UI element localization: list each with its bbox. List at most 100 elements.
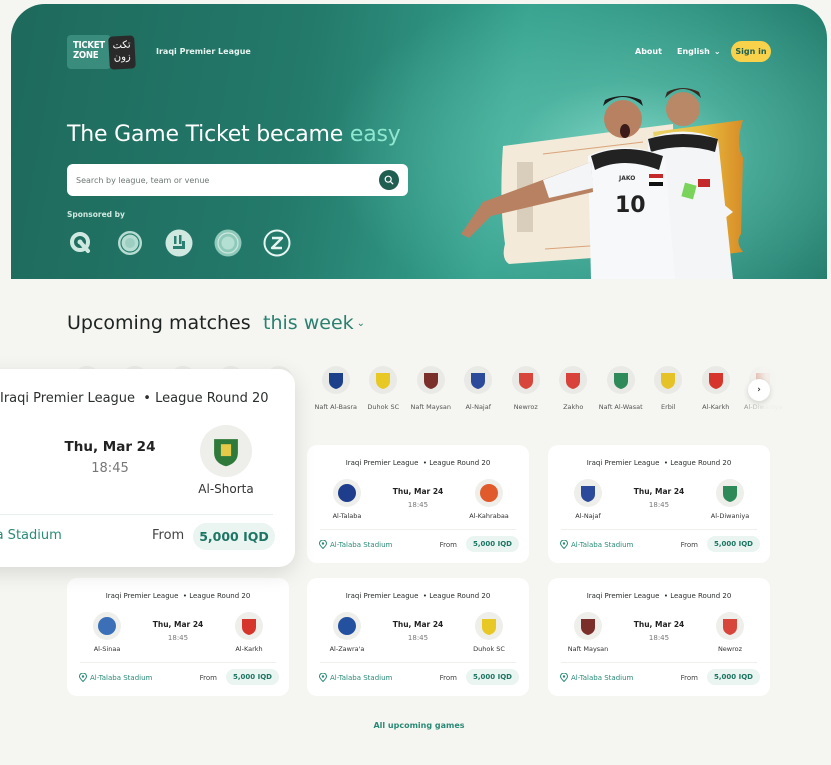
card-divider: [320, 529, 516, 530]
match-meta: Iraqi Premier League • League Round 20: [105, 592, 251, 600]
away-team-name: Al-Kahrabaa: [469, 512, 509, 520]
home-team-name: Al-Talaba: [332, 512, 362, 520]
home-team-name: Al-Jawiya: [0, 482, 32, 496]
svg-text:JAKO: JAKO: [618, 175, 635, 182]
venue-link[interactable]: Al-Talaba Stadium: [560, 540, 633, 549]
location-pin-icon: [560, 540, 568, 549]
price-from-label: From: [199, 674, 217, 682]
match-meta: Iraqi Premier League • League Round 20: [586, 592, 732, 600]
team-chip-label: Naft Al-Basra: [314, 403, 358, 411]
sign-in-button[interactable]: Sign in: [731, 41, 771, 62]
match-meta: Iraqi Premier League • League Round 20: [586, 459, 732, 467]
team-chip[interactable]: Erbil: [645, 366, 693, 412]
away-team-name: Al-Karkh: [235, 645, 263, 653]
home-team-name: Al-Sinaa: [93, 645, 121, 653]
price-badge[interactable]: 5,000 IQD: [707, 669, 760, 685]
away-team-crest-icon: [716, 479, 744, 507]
team-chip-label: Duhok SC: [367, 403, 400, 411]
home-team-name: Al-Zawra'a: [329, 645, 365, 653]
search-input[interactable]: [76, 172, 366, 188]
period-filter-dropdown[interactable]: this week ⌄: [263, 312, 365, 334]
location-pin-icon: [319, 540, 327, 549]
venue-link[interactable]: Al-Talaba Stadium: [79, 673, 152, 682]
sponsor-seal-logo[interactable]: [116, 229, 144, 257]
team-chip[interactable]: Naft Al-Wasat: [597, 366, 645, 412]
team-crest-icon: [321, 366, 350, 394]
language-selector[interactable]: English ⌄: [677, 47, 721, 56]
sponsor-list: [67, 229, 291, 257]
match-date: Thu, Mar 24: [64, 439, 156, 455]
venue-link[interactable]: Al-Talaba Stadium: [319, 673, 392, 682]
nav-about-link[interactable]: About: [635, 47, 662, 56]
match-card[interactable]: Iraqi Premier League • League Round 20 A…: [307, 445, 529, 563]
venue-link[interactable]: Al-Talaba Stadium: [0, 528, 62, 543]
team-crest-icon: [511, 366, 540, 394]
location-pin-icon: [319, 673, 327, 682]
match-meta: Iraqi Premier League • League Round 20: [345, 459, 491, 467]
price-from-label: From: [439, 541, 457, 549]
chevron-down-icon: ⌄: [356, 318, 366, 329]
team-chip-label: Erbil: [660, 403, 676, 411]
team-chip[interactable]: Naft Al-Basra: [312, 366, 360, 412]
price-badge[interactable]: 5,000 IQD: [707, 536, 760, 552]
card-divider: [0, 514, 273, 515]
team-crest-icon: [369, 366, 398, 394]
team-crest-icon: [416, 366, 445, 394]
price-badge[interactable]: 5,000 IQD: [226, 669, 279, 685]
match-meta: Iraqi Premier League • League Round 20: [345, 592, 491, 600]
away-team-crest-icon: [235, 612, 263, 640]
team-chip[interactable]: Zakho: [550, 366, 598, 412]
card-divider: [80, 662, 276, 663]
team-crest-icon: [701, 366, 730, 394]
away-team-name: Duhok SC: [473, 645, 505, 653]
sponsor-q-logo[interactable]: [67, 229, 95, 257]
team-chip[interactable]: Naft Maysan: [407, 366, 455, 412]
away-team-name: Newroz: [717, 645, 743, 653]
upcoming-matches-title: Upcoming matches: [67, 312, 251, 334]
nav-league-link[interactable]: Iraqi Premier League: [156, 47, 251, 56]
sponsor-emblem-logo[interactable]: [214, 229, 242, 257]
price-from-label: From: [439, 674, 457, 682]
card-divider: [320, 662, 516, 663]
team-crest-icon: [606, 366, 635, 394]
venue-link[interactable]: Al-Talaba Stadium: [560, 673, 633, 682]
venue-link[interactable]: Al-Talaba Stadium: [319, 540, 392, 549]
price-from-label: From: [680, 674, 698, 682]
match-card[interactable]: Iraqi Premier League • League Round 20 A…: [548, 445, 770, 563]
search-icon: [384, 175, 394, 185]
team-chip[interactable]: Duhok SC: [360, 366, 408, 412]
home-team-name: Al-Najaf: [575, 512, 601, 520]
featured-match-card[interactable]: Iraqi Premier League • League Round 20 A…: [0, 369, 295, 567]
match-card[interactable]: Iraqi Premier League • League Round 20 N…: [548, 578, 770, 696]
team-crest-icon: [559, 366, 588, 394]
team-row-next-button[interactable]: ›: [748, 379, 770, 401]
logo-text-en: TICKET ZONE: [67, 35, 111, 69]
team-chip-label: Naft Maysan: [410, 403, 452, 411]
price-from-label: From: [152, 528, 185, 543]
headline-main: The Game Ticket became: [67, 122, 350, 147]
period-filter-label: this week: [263, 312, 354, 334]
price-badge[interactable]: 5,000 IQD: [466, 536, 519, 552]
price-from-label: From: [680, 541, 698, 549]
price-badge[interactable]: 5,000 IQD: [466, 669, 519, 685]
team-chip-label: Zakho: [563, 403, 584, 411]
logo-text-ar: تكت زون: [108, 35, 136, 70]
ticket-zone-logo[interactable]: TICKET ZONE تكت زون: [67, 35, 136, 70]
match-time: 18:45: [91, 461, 129, 476]
price-badge[interactable]: 5,000 IQD: [193, 523, 275, 550]
team-chip[interactable]: Newroz: [502, 366, 550, 412]
sponsored-by-label: Sponsored by: [67, 210, 125, 219]
team-crest-icon: [464, 366, 493, 394]
all-upcoming-games-link[interactable]: All upcoming games: [0, 721, 831, 730]
away-team-crest-icon: [475, 612, 503, 640]
team-chip[interactable]: Al-Najaf: [455, 366, 503, 412]
team-chip-label: Newroz: [513, 403, 538, 411]
home-team-name: Naft Maysan: [567, 645, 609, 653]
location-pin-icon: [79, 673, 87, 682]
sponsor-z-logo[interactable]: [263, 229, 291, 257]
sponsor-arabic-logo[interactable]: [165, 229, 193, 257]
match-card[interactable]: Iraqi Premier League • League Round 20 A…: [307, 578, 529, 696]
location-pin-icon: [560, 673, 568, 682]
match-card[interactable]: Iraqi Premier League • League Round 20 A…: [67, 578, 289, 696]
search-button[interactable]: [379, 170, 399, 190]
